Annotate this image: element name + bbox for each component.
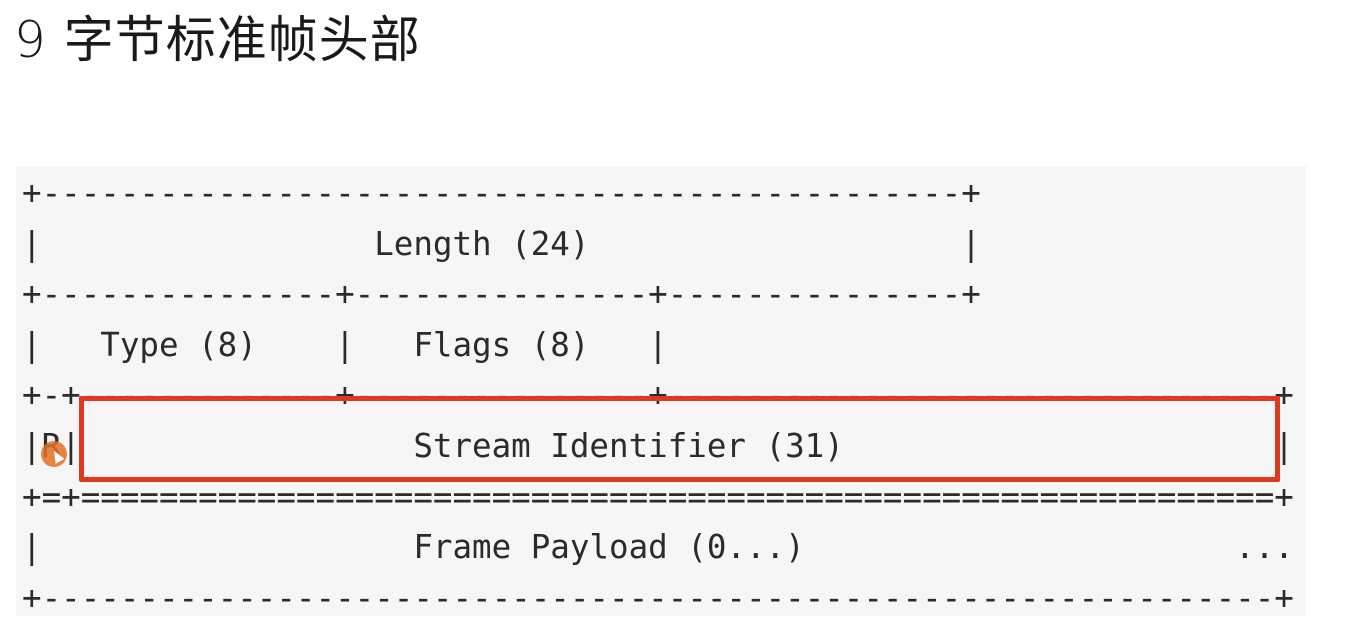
diagram-line-top-border: +---------------------------------------… (22, 174, 981, 212)
diagram-line-type-flags: | Type (8) | Flags (8) | (22, 325, 668, 364)
diagram-line-frame-payload: | Frame Payload (0...) ... (22, 528, 1294, 567)
stream-identifier-highlight-box (79, 396, 1280, 482)
diagram-line-bottom-border: +---------------------------------------… (22, 578, 1294, 617)
diagram-line-length: | Length (24) | (22, 224, 981, 263)
diagram-line-length-border: +---------------+---------------+-------… (22, 275, 981, 314)
page-title: 9 字节标准帧头部 (14, 11, 421, 69)
